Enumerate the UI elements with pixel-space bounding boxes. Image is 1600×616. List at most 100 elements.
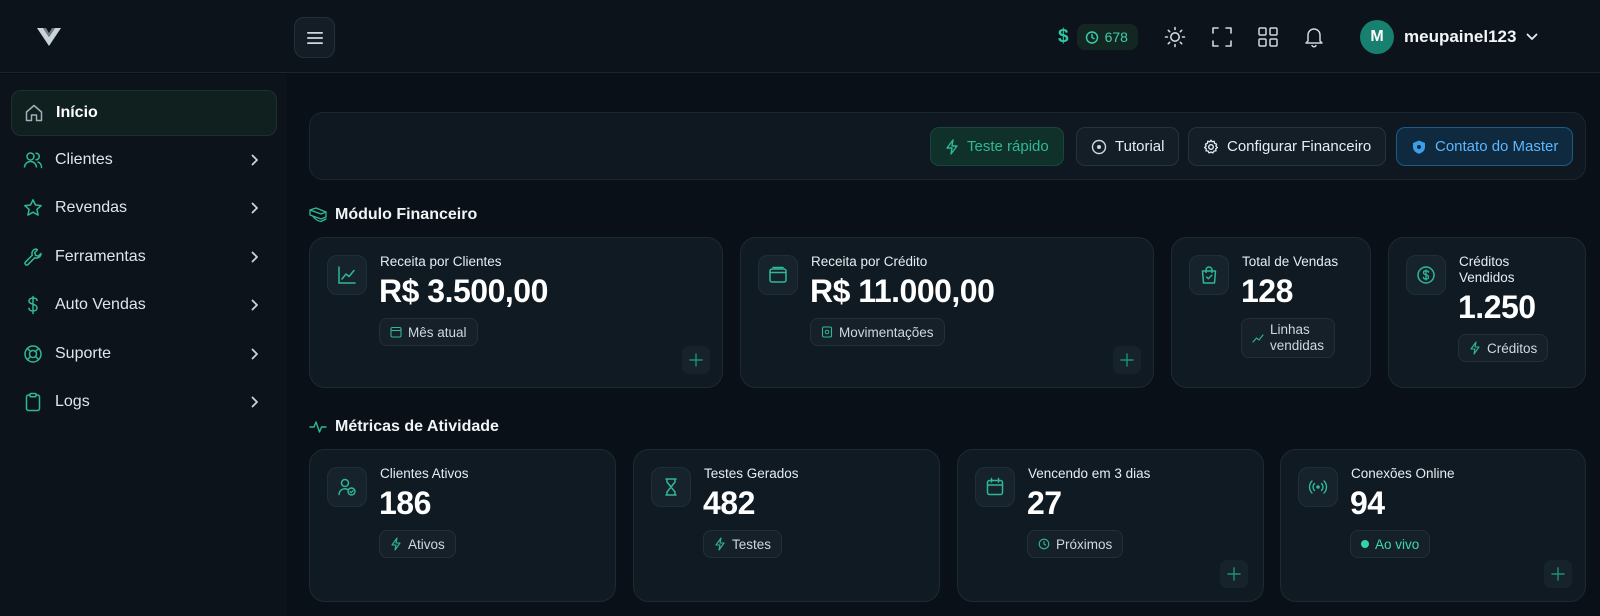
theme-toggle-button[interactable] (1163, 25, 1187, 49)
avatar: M (1360, 20, 1394, 54)
dollar-icon (28, 295, 38, 315)
card-title: Receita por Crédito (811, 254, 928, 269)
total-sales-card: Total de Vendas 128 Linhas vendidas (1171, 237, 1371, 388)
coin-icon (1406, 255, 1446, 295)
configure-finance-button[interactable]: Configurar Financeiro (1188, 127, 1387, 166)
wallet-icon (758, 255, 798, 295)
card-title-line-1: Créditos (1459, 254, 1510, 269)
lifebuoy-icon (24, 345, 42, 363)
contact-master-label: Contato do Master (1435, 138, 1559, 155)
credits-sold-card: Créditos Vendidos 1.250 Créditos (1388, 237, 1586, 388)
dollar-icon: $ (1058, 26, 1069, 47)
card-chip: Mês atual (379, 318, 478, 346)
quick-actions-bar: Teste rápido Tutorial Configurar Finance… (309, 112, 1586, 180)
card-title: Conexões Online (1351, 466, 1455, 481)
sidebar-item-label: Clientes (55, 151, 113, 168)
card-chip: Ativos (379, 530, 456, 558)
quick-test-label: Teste rápido (967, 138, 1049, 155)
balance-value: 678 (1104, 29, 1128, 45)
card-title-line-2: Vendidos (1459, 270, 1515, 285)
card-value: 27 (1027, 485, 1062, 521)
bell-icon (1305, 28, 1323, 48)
sidebar-item-label: Ferramentas (55, 248, 146, 265)
users-icon (23, 152, 43, 169)
card-title: Testes Gerados (704, 466, 799, 481)
calendar-icon (975, 467, 1015, 507)
hourglass-icon (651, 467, 691, 507)
chip-label: Testes (732, 536, 772, 552)
lightning-small-icon (715, 537, 725, 551)
logo-icon[interactable] (36, 26, 62, 48)
finance-section-title: Módulo Financeiro (309, 206, 477, 224)
money-hand-icon (309, 207, 327, 223)
chevron-right-icon (251, 299, 258, 311)
add-button[interactable] (1544, 560, 1572, 588)
card-chip: Movimentações (810, 318, 945, 346)
trend-icon (1252, 334, 1264, 343)
sidebar-item-revendas[interactable]: Revendas (11, 185, 277, 231)
plus-icon (689, 353, 703, 367)
lightning-small-icon (391, 537, 401, 551)
shield-icon (1413, 140, 1425, 154)
tutorial-button[interactable]: Tutorial (1076, 127, 1180, 166)
plus-icon (1551, 567, 1565, 581)
card-value: R$ 3.500,00 (379, 273, 548, 309)
sidebar-item-ferramentas[interactable]: Ferramentas (11, 234, 277, 280)
chip-label: Mês atual (408, 324, 467, 340)
card-value: 186 (379, 485, 431, 521)
sidebar-item-clientes[interactable]: Clientes (11, 137, 277, 183)
user-check-icon (327, 467, 367, 507)
sidebar-item-label: Revendas (55, 199, 128, 216)
chevron-right-icon (251, 154, 258, 166)
chart-line-icon (327, 255, 367, 295)
shopping-bag-icon (1189, 255, 1229, 295)
active-clients-card: Clientes Ativos 186 Ativos (309, 449, 616, 602)
card-value: R$ 11.000,00 (810, 273, 995, 309)
live-chip: Ao vivo (1350, 530, 1431, 558)
tutorial-label: Tutorial (1115, 138, 1165, 155)
chip-label: Ativos (408, 536, 445, 552)
card-chip: Linhas vendidas (1241, 318, 1336, 358)
card-title: Clientes Ativos (380, 466, 469, 481)
online-connections-card: Conexões Online 94 Ao vivo (1280, 449, 1586, 602)
credit-balance[interactable]: $ 678 (1058, 24, 1138, 50)
fullscreen-button[interactable] (1210, 25, 1234, 49)
add-button[interactable] (1220, 560, 1248, 588)
contact-master-button[interactable]: Contato do Master (1396, 127, 1574, 166)
card-value: 94 (1350, 485, 1385, 521)
chevron-right-icon (251, 348, 258, 360)
user-menu[interactable]: M meupainel123 (1360, 20, 1538, 54)
add-button[interactable] (682, 346, 710, 374)
quick-test-button[interactable]: Teste rápido (930, 127, 1064, 166)
apps-button[interactable] (1256, 25, 1280, 49)
card-chip: Próximos (1027, 530, 1124, 558)
section-title-text: Módulo Financeiro (335, 206, 478, 223)
clock-small-icon (1038, 538, 1050, 550)
fullscreen-icon (1212, 27, 1232, 47)
hamburger-icon (306, 31, 323, 44)
revenue-clients-card: Receita por Clientes R$ 3.500,00 Mês atu… (309, 237, 723, 388)
sidebar-item-label: Início (56, 104, 98, 121)
sidebar-item-logs[interactable]: Logs (11, 379, 277, 425)
add-button[interactable] (1113, 346, 1141, 374)
card-value: 482 (703, 485, 755, 521)
plus-icon (1227, 567, 1241, 581)
sidebar-item-auto-vendas[interactable]: Auto Vendas (11, 282, 277, 328)
home-icon (25, 104, 43, 122)
sidebar-item-inicio[interactable]: Início (11, 90, 277, 136)
plus-icon (1120, 353, 1134, 367)
generated-tests-card: Testes Gerados 482 Testes (633, 449, 940, 602)
lightning-small-icon (1470, 341, 1480, 355)
sidebar-item-label: Logs (55, 393, 90, 410)
menu-toggle-button[interactable] (294, 17, 335, 58)
sidebar-item-label: Suporte (55, 345, 112, 362)
card-title: Total de Vendas (1242, 254, 1339, 269)
timer-icon (1085, 31, 1098, 44)
notifications-button[interactable] (1302, 25, 1326, 49)
grid-icon (1258, 27, 1278, 47)
sidebar-item-suporte[interactable]: Suporte (11, 331, 277, 377)
username: meupainel123 (1404, 27, 1517, 46)
play-circle-icon (1091, 139, 1107, 154)
card-title: Receita por Clientes (380, 254, 502, 269)
chevron-right-icon (251, 251, 258, 263)
